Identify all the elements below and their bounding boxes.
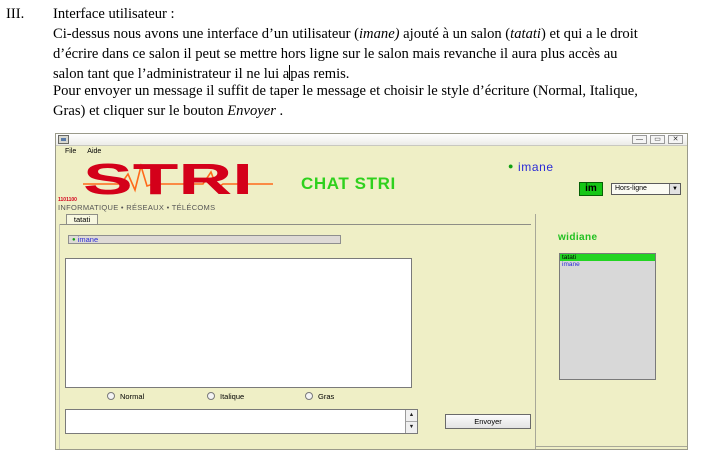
- logo-tagline: INFORMATIQUE • RÉSEAUX • TÉLÉCOMS: [58, 203, 216, 212]
- chevron-down-icon[interactable]: ▼: [669, 184, 680, 194]
- scroll-up-icon[interactable]: ▲: [406, 410, 417, 421]
- message-input[interactable]: ▲ ▼: [65, 409, 418, 434]
- text-run: Gras) et cliquer sur le bouton: [53, 103, 228, 119]
- text-run: .: [275, 103, 284, 119]
- menu-bar: File Aide: [56, 147, 687, 156]
- current-user: ● imane: [508, 160, 554, 174]
- status-select[interactable]: Hors-ligne ▼: [611, 183, 681, 195]
- radio-label: Gras: [318, 392, 335, 401]
- present-user-name: imane: [77, 235, 99, 244]
- paragraph-instructions: Pour envoyer un message il suffit de tap…: [53, 81, 698, 121]
- radio-normal[interactable]: Normal: [107, 392, 144, 402]
- text-run: Pour envoyer un message il suffit de tap…: [53, 83, 638, 99]
- paragraph-line: Gras) et cliquer sur le bouton Envoyer .: [53, 101, 698, 121]
- logo-text: STRI: [83, 156, 253, 198]
- room-list[interactable]: tatati imane: [559, 253, 656, 380]
- maximize-button[interactable]: ▭: [650, 135, 665, 144]
- message-textarea[interactable]: [66, 410, 405, 433]
- paragraph-description: Ci-dessus nous avons une interface d’un …: [53, 24, 698, 84]
- send-button[interactable]: Envoyer: [445, 414, 531, 429]
- status-value: Hors-ligne: [615, 185, 647, 192]
- input-scrollbar[interactable]: ▲ ▼: [405, 410, 417, 433]
- text-run: pas remis.: [290, 66, 350, 82]
- online-dot-icon: ●: [508, 161, 515, 171]
- italic-text: Envoyer: [227, 103, 276, 119]
- radio-circle-icon[interactable]: [107, 392, 115, 400]
- content-border: [59, 224, 60, 449]
- im-badge: im: [579, 182, 603, 196]
- italic-text: tatati: [510, 26, 541, 42]
- title-bar: — ▭ ✕: [56, 134, 687, 146]
- text-run: ajouté à un salon (: [399, 26, 511, 42]
- text-run: ) et qui a le droit: [540, 26, 638, 42]
- section-number: III.: [6, 6, 25, 22]
- radio-italique[interactable]: Italique: [207, 392, 244, 402]
- text-run: salon tant que l’administrateur il ne lu…: [53, 66, 290, 82]
- room-list-item[interactable]: tatati: [560, 254, 655, 261]
- panel-user-name: widiane: [558, 232, 598, 243]
- radio-label: Normal: [120, 392, 145, 401]
- app-icon: [58, 135, 69, 144]
- paragraph-line: d’écrire dans ce salon il peut se mettre…: [53, 44, 698, 64]
- panel-divider: [536, 446, 687, 447]
- tab-divider: [59, 224, 531, 225]
- radio-label: Italique: [220, 392, 245, 401]
- menu-file[interactable]: File: [65, 148, 76, 155]
- chat-window: — ▭ ✕ File Aide STRI 1101100 INFORMATIQUE…: [55, 133, 688, 450]
- text-run: Ci-dessus nous avons une interface d’un …: [53, 26, 359, 42]
- stri-logo: STRI: [83, 156, 273, 198]
- radio-circle-icon[interactable]: [305, 392, 313, 400]
- present-user-bar: ● imane: [68, 235, 341, 244]
- paragraph-line: Pour envoyer un message il suffit de tap…: [53, 81, 698, 101]
- room-list-item[interactable]: imane: [560, 261, 655, 268]
- chat-title: CHAT STRI: [301, 174, 396, 193]
- text-run: d’écrire dans ce salon il peut se mettre…: [53, 46, 618, 62]
- minimize-button[interactable]: —: [632, 135, 647, 144]
- close-button[interactable]: ✕: [668, 135, 683, 144]
- radio-circle-icon[interactable]: [207, 392, 215, 400]
- menu-aide[interactable]: Aide: [87, 148, 101, 155]
- messages-area[interactable]: [65, 258, 412, 388]
- current-user-name: imane: [517, 160, 554, 174]
- right-panel: widiane tatati imane: [535, 214, 687, 449]
- online-dot-icon: ●: [72, 237, 76, 243]
- scroll-down-icon[interactable]: ▼: [406, 421, 417, 432]
- paragraph-line: Ci-dessus nous avons une interface d’un …: [53, 24, 698, 44]
- radio-gras[interactable]: Gras: [305, 392, 334, 402]
- section-title: Interface utilisateur :: [53, 6, 175, 22]
- italic-text: imane): [359, 26, 400, 42]
